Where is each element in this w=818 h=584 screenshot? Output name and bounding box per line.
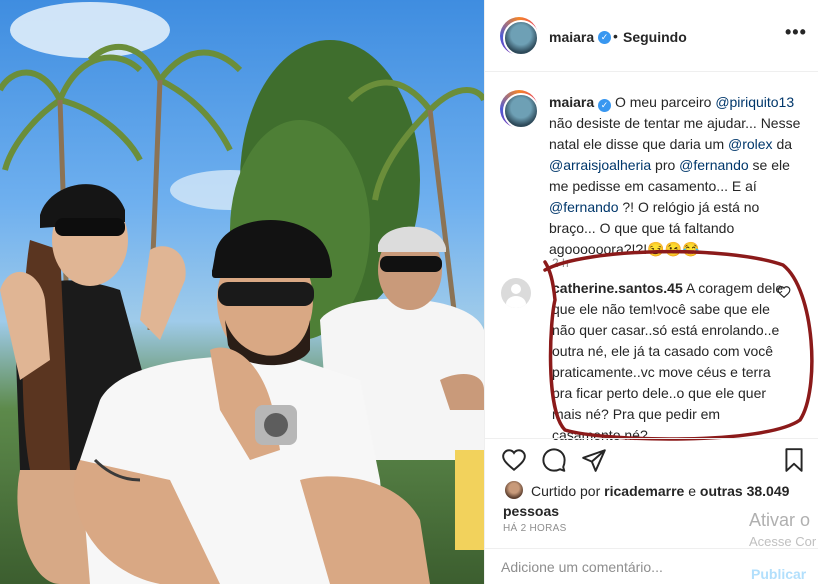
verified-badge-icon: ✓ [598, 31, 611, 44]
post-photo[interactable] [0, 0, 484, 584]
caption-avatar[interactable] [500, 90, 539, 129]
annotation-circle [543, 249, 814, 441]
caption-text-4: pro [651, 157, 680, 173]
author-avatar[interactable] [500, 17, 539, 56]
more-options-icon[interactable]: ••• [785, 22, 807, 43]
likes-middle: e [684, 483, 700, 499]
post-side-panel: maiara ✓ • Seguindo ••• maiara ✓ O meu p… [484, 0, 818, 584]
post-header: maiara ✓ • Seguindo ••• [485, 0, 818, 72]
mention-fernando[interactable]: @fernando [679, 157, 748, 173]
mention-fernando-2[interactable]: @fernando [549, 199, 618, 215]
comment-bubble-icon[interactable] [541, 447, 567, 473]
mention-rolex[interactable]: @rolex [728, 136, 773, 152]
caption-text-1: O meu parceiro [614, 94, 716, 110]
post-caption: maiara ✓ O meu parceiro @piriquito13 não… [549, 92, 807, 260]
liker-username[interactable]: ricademarre [604, 483, 684, 499]
mention-piriquito13[interactable]: @piriquito13 [715, 94, 794, 110]
caption-verified-badge-icon: ✓ [598, 99, 612, 112]
mention-arraisjoalheria[interactable]: @arraisjoalheria [549, 157, 651, 173]
add-comment-bar: Publicar [485, 548, 818, 584]
publish-button[interactable]: Publicar [751, 566, 806, 582]
windows-activation-title: Ativar o [749, 510, 811, 530]
comment-input[interactable] [501, 559, 731, 575]
share-plane-icon[interactable] [581, 447, 607, 473]
post-time[interactable]: HÁ 2 HORAS [503, 523, 567, 534]
author-username[interactable]: maiara [549, 29, 594, 45]
post-actions [485, 438, 818, 478]
windows-activation-subtitle: Acesse Cor [749, 534, 817, 549]
caption-text-3: da [772, 136, 793, 152]
likes-prefix: Curtido por [531, 483, 605, 499]
photo-illustration [0, 2, 484, 584]
separator-dot: • [613, 28, 618, 44]
like-heart-icon[interactable] [501, 447, 527, 473]
save-bookmark-icon[interactable] [783, 447, 805, 473]
caption-username[interactable]: maiara [549, 94, 594, 110]
following-button[interactable]: Seguindo [623, 29, 687, 45]
